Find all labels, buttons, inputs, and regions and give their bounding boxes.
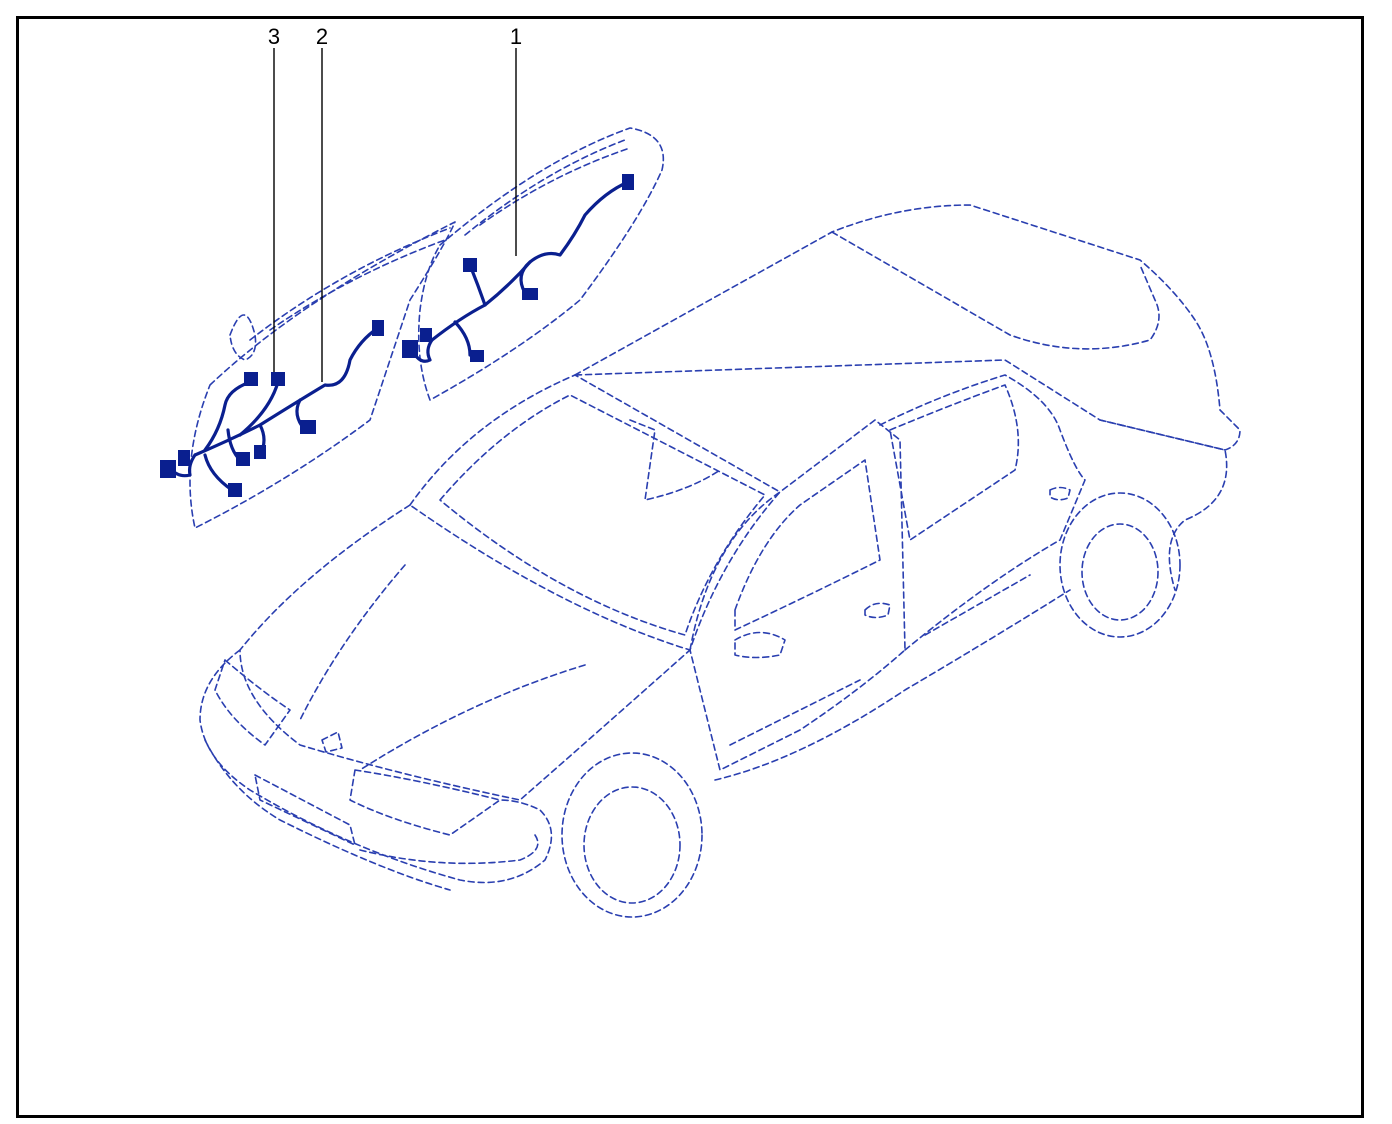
rear-wheel-arch [1059,492,1181,638]
rear-door-window [889,384,1020,541]
front-lower-bumper [204,739,451,891]
door-handle-rear [1049,486,1071,501]
harness-2 [193,320,384,459]
mirror [734,631,786,659]
callout-label: 2 [316,24,328,49]
connector [254,445,266,459]
connector [300,420,316,434]
connector [372,320,384,336]
wiring-diagram: 1 2 3 [160,24,1241,918]
front-grille [254,774,356,846]
connector [178,450,190,466]
connector [271,372,285,386]
front-door [689,419,906,771]
connector [470,350,484,362]
connector [463,258,477,272]
rocker-panel [714,589,1071,781]
rear-wheel [1081,523,1159,621]
hood [239,504,691,801]
connector [522,288,538,300]
connector [160,460,176,478]
callout-1: 1 [510,24,522,256]
connector [228,483,242,497]
front-door-window [734,459,881,631]
harness-1 [402,174,634,363]
connector [622,174,634,190]
badge [321,731,343,753]
windshield [409,374,781,651]
fog-lamp-right [359,834,539,865]
hood-crease-left [299,564,406,721]
connector [420,328,432,342]
car-outline [199,204,1241,918]
headlamp-right [349,769,501,836]
car-roof [574,204,1241,451]
front-wheel [583,786,681,904]
door-panel-front [417,127,664,401]
callout-2: 2 [316,24,328,382]
rear-door [879,374,1086,651]
windshield-inner [439,394,766,636]
callout-label: 3 [268,24,280,49]
harness-3 [160,372,285,497]
connector [244,372,258,386]
headlamp-left [214,659,291,746]
rear-body [1099,419,1228,591]
callout-label: 1 [510,24,522,49]
side-molding [729,574,1031,746]
door-latch-loop [229,314,257,361]
door-handle-front [864,602,891,619]
connector [236,452,250,466]
connector [402,340,418,358]
hood-crease-right [359,664,586,771]
front-wheel-arch [561,752,703,918]
